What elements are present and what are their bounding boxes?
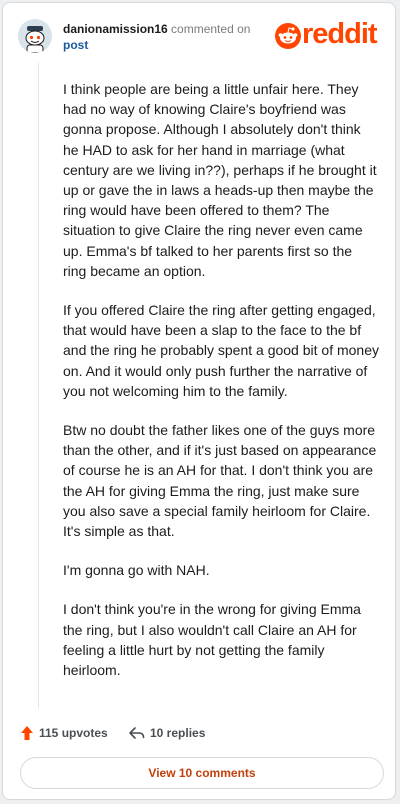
reddit-logo[interactable]: reddit bbox=[275, 18, 381, 51]
upvote-count: 115 upvotes bbox=[39, 726, 108, 740]
username-link[interactable]: danionamission16 bbox=[63, 22, 168, 36]
comment-paragraph: Btw no doubt the father likes one of the… bbox=[63, 422, 377, 540]
reply-arrow-icon bbox=[129, 727, 145, 739]
byline: danionamission16 commented on post bbox=[63, 21, 273, 53]
comment-paragraph: I don't think you're in the wrong for gi… bbox=[63, 601, 361, 679]
comment-body: I think people are being a little unfair… bbox=[63, 79, 379, 699]
brand-wordmark: reddit bbox=[302, 18, 378, 50]
reply-button[interactable]: 10 replies bbox=[128, 723, 205, 743]
view-comments-button[interactable]: View 10 comments bbox=[20, 757, 384, 789]
thread-line bbox=[38, 63, 39, 708]
comment-actions: 115 upvotes 10 replies bbox=[20, 723, 380, 743]
post-link[interactable]: post bbox=[63, 38, 88, 52]
commented-on-text: commented on bbox=[171, 22, 251, 36]
snoo-avatar-icon[interactable] bbox=[18, 19, 52, 53]
upvote-button[interactable]: 115 upvotes bbox=[20, 723, 108, 743]
comment-paragraph: If you offered Claire the ring after get… bbox=[63, 302, 379, 399]
reply-count: 10 replies bbox=[150, 726, 206, 740]
comment-header: danionamission16 commented on post reddi… bbox=[18, 17, 381, 57]
comment-card: danionamission16 commented on post reddi… bbox=[2, 2, 396, 800]
upvote-arrow-icon bbox=[21, 726, 33, 740]
comment-paragraph: I think people are being a little unfair… bbox=[63, 81, 377, 279]
reddit-logo-icon bbox=[275, 23, 301, 49]
comment-paragraph: I'm gonna go with NAH. bbox=[63, 562, 210, 579]
